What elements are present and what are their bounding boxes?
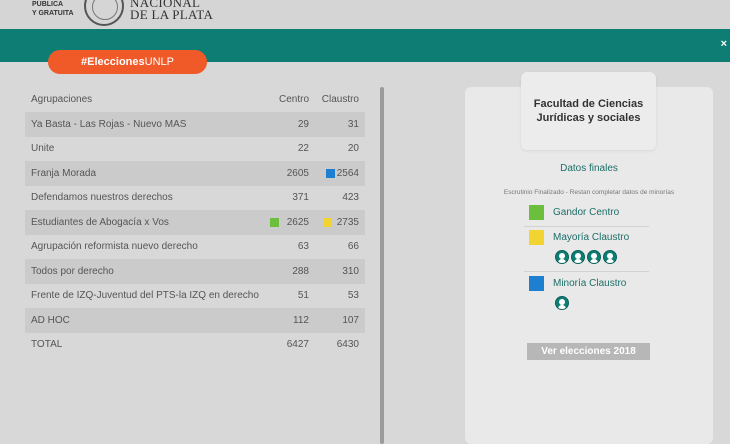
row-centro: 2625 (286, 216, 309, 228)
faculty-name: Facultad de Ciencias Jurídicas y sociale… (533, 98, 644, 124)
mayoria-label: Mayoría Claustro (553, 232, 630, 243)
green-square-icon (529, 205, 544, 220)
datos-finales: Datos finales (560, 163, 618, 174)
row-centro: 22 (297, 143, 309, 155)
divider (524, 226, 649, 227)
row-centro: 371 (292, 192, 309, 204)
name-line2: DE LA PLATA (130, 7, 214, 22)
table-row: Frente de IZQ-Juventud del PTS-la IZQ en… (25, 284, 365, 309)
table-row: Todos por derecho 288 310 (25, 259, 365, 284)
row-claustro: 20 (347, 143, 359, 155)
badge-hash: #Elecciones (81, 56, 145, 68)
escrutinio-status: Escrutinio Finalizado - Restan completar… (503, 189, 675, 196)
row-claustro: 423 (342, 192, 359, 204)
table-row: Defendamos nuestros derechos 371 423 (25, 186, 365, 211)
claustro-winner-marker (326, 169, 335, 178)
table-row: Unite 22 20 (25, 137, 365, 162)
site-header: PÚBLICA Y GRATUITA NACIONAL DE LA PLATA (0, 0, 730, 29)
minoria-label: Minoría Claustro (553, 278, 627, 289)
tagline-line2: Y GRATUITA (32, 10, 74, 17)
row-claustro: 66 (347, 241, 359, 253)
badge-suffix: UNLP (144, 56, 174, 68)
row-claustro: 107 (342, 314, 359, 326)
person-icon (555, 296, 569, 310)
row-centro: 6427 (286, 339, 309, 351)
person-icon (555, 250, 569, 264)
table-row: AD HOC 112 107 (25, 308, 365, 333)
header-claustro: Claustro (321, 94, 359, 105)
university-name: NACIONAL DE LA PLATA (130, 0, 213, 21)
table-row-total: TOTAL 6427 6430 (25, 333, 365, 358)
blue-square-icon (529, 276, 544, 291)
results-table: Agrupaciones Centro Claustro Ya Basta - … (25, 87, 365, 357)
row-claustro: 2564 (336, 167, 359, 179)
row-name: Frente de IZQ-Juventud del PTS-la IZQ en… (31, 290, 259, 302)
yellow-square-icon (529, 230, 544, 245)
ver-elecciones-2018-button[interactable]: Ver elecciones 2018 (527, 343, 650, 360)
table-row: Ya Basta - Las Rojas - Nuevo MAS 29 31 (25, 112, 365, 137)
row-name: Ya Basta - Las Rojas - Nuevo MAS (31, 118, 187, 130)
table-row: Estudiantes de Abogacía x Vos 2625 2735 (25, 210, 365, 235)
header-agrupaciones: Agrupaciones (31, 94, 93, 105)
centro-winner-marker (270, 218, 279, 227)
row-claustro: 6430 (336, 339, 359, 351)
row-claustro: 310 (342, 265, 359, 277)
close-icon[interactable]: × (721, 38, 727, 50)
divider (524, 271, 649, 272)
person-icon (571, 250, 585, 264)
table-header: Agrupaciones Centro Claustro (25, 87, 365, 112)
minoria-representatives (555, 296, 569, 310)
row-name: Todos por derecho (31, 265, 114, 277)
person-icon (603, 250, 617, 264)
row-centro: 112 (293, 314, 309, 326)
scrollbar[interactable] (380, 87, 384, 444)
faculty-box: Facultad de Ciencias Jurídicas y sociale… (521, 72, 656, 150)
row-centro: 2605 (286, 167, 309, 179)
person-icon (587, 250, 601, 264)
row-centro: 63 (297, 241, 309, 253)
ganador-label: Gandor Centro (553, 207, 620, 218)
row-centro: 29 (297, 118, 309, 130)
row-claustro: 31 (347, 118, 359, 130)
row-claustro: 53 (347, 290, 359, 302)
row-name: AD HOC (31, 314, 70, 326)
tagline-line1: PÚBLICA (32, 1, 64, 8)
claustro-majority-marker (323, 218, 332, 227)
header-tagline: PÚBLICA Y GRATUITA (32, 0, 74, 18)
row-centro: 288 (292, 265, 309, 277)
row-centro: 51 (297, 290, 309, 302)
row-name: Agrupación reformista nuevo derecho (31, 241, 198, 253)
university-seal-icon (84, 0, 124, 26)
table-row: Franja Morada 2605 2564 (25, 161, 365, 186)
header-centro: Centro (278, 94, 309, 105)
mayoria-representatives (555, 250, 617, 264)
row-name: Estudiantes de Abogacía x Vos (31, 216, 169, 228)
row-name: TOTAL (31, 339, 63, 351)
row-name: Defendamos nuestros derechos (31, 192, 173, 204)
elecciones-unlp-badge: #Elecciones UNLP (48, 50, 207, 74)
row-name: Unite (31, 143, 55, 155)
row-claustro: 2735 (336, 216, 359, 228)
table-row: Agrupación reformista nuevo derecho 63 6… (25, 235, 365, 260)
row-name: Franja Morada (31, 167, 97, 179)
